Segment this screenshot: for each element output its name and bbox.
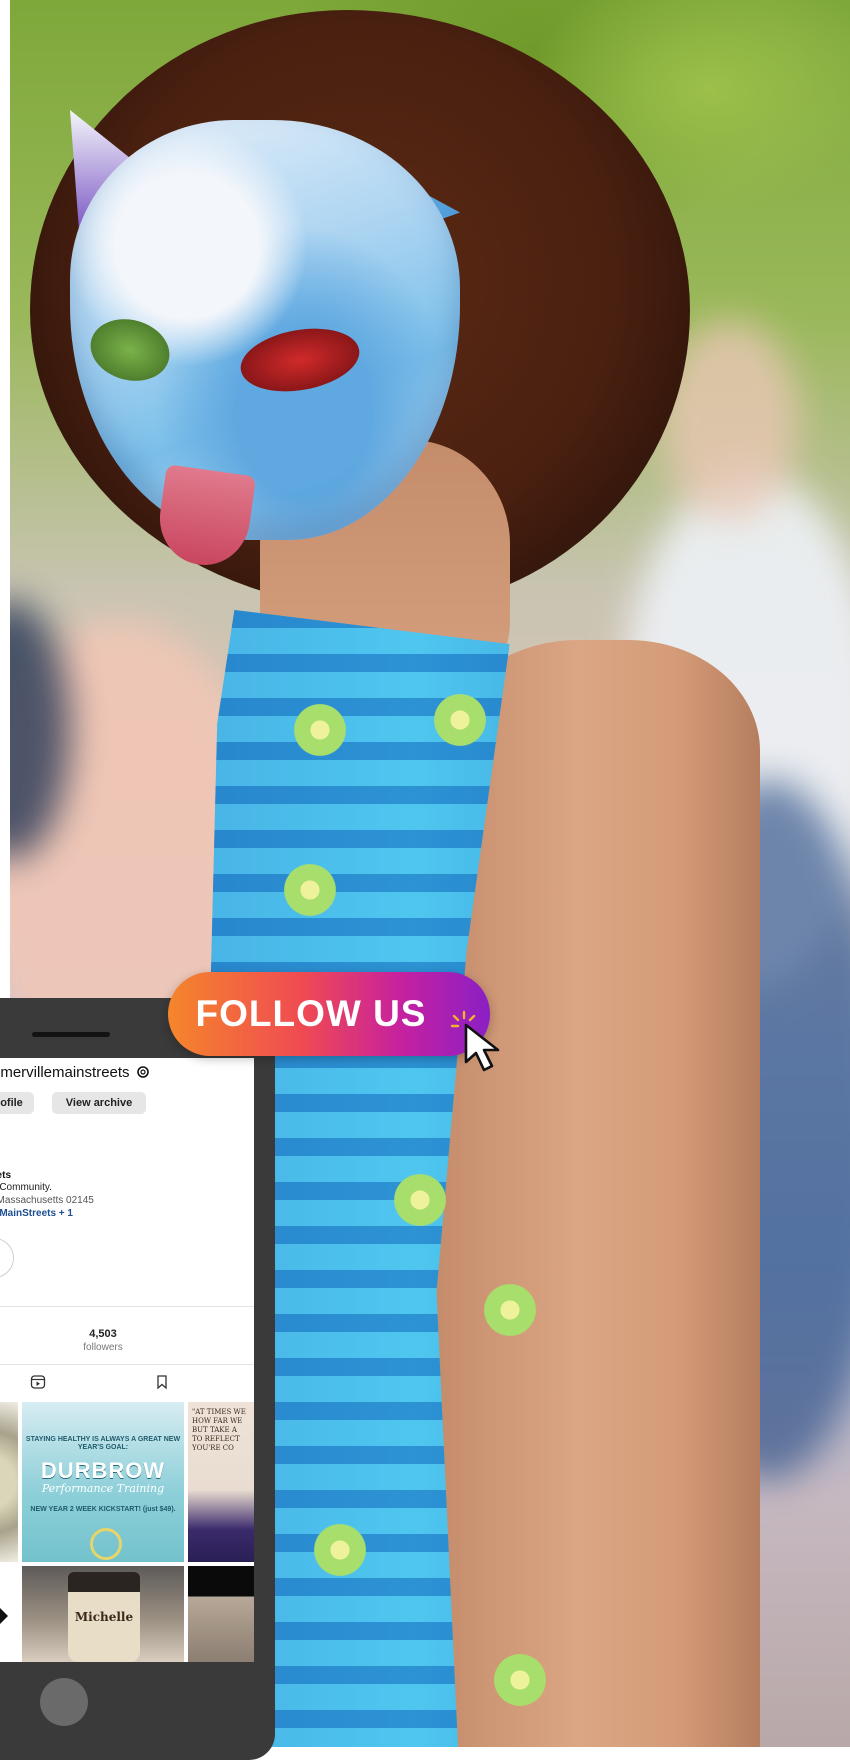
view-archive-button[interactable]: View archive [52,1092,146,1114]
dress-flower [480,1280,540,1340]
saved-icon[interactable] [154,1374,170,1390]
dress-flower [290,700,350,760]
arrow-right-icon [0,1608,8,1624]
promo-subtitle: Performance Training [41,1482,165,1495]
dress-flower [430,690,490,750]
phone-home-button[interactable] [40,1678,88,1726]
promo-top-text: STAYING HEALTHY IS ALWAYS A GREAT NEW YE… [25,1436,181,1451]
phone-screen: omervillemainstreets profile View archiv… [0,1058,254,1662]
edit-profile-button[interactable]: profile [0,1092,34,1114]
reels-icon[interactable] [30,1374,46,1390]
profile-tagline: a Community. [0,1182,52,1193]
dress-flower [390,1170,450,1230]
post-thumbnail-coffee[interactable]: Michelle [22,1566,184,1662]
coffee-cup-label: Michelle [74,1610,134,1624]
profile-username: omervillemainstreets [0,1064,130,1081]
profile-link[interactable]: leMainStreets + 1 [0,1208,73,1219]
quote-text: "AT TIMES WE HOW FAR WE BUT TAKE A TO RE… [192,1408,246,1452]
post-thumbnail[interactable] [0,1402,18,1562]
post-thumbnail[interactable] [188,1566,254,1662]
mouse-pointer-icon [464,1023,500,1072]
followers-label: followers [83,1342,123,1353]
profile-name: eets [0,1170,12,1181]
promo-logo [90,1528,122,1560]
promo-note: NEW YEAR 2 WEEK KICKSTART! (just $49). [30,1506,176,1513]
dress-flower [280,860,340,920]
settings-icon[interactable] [136,1065,150,1079]
follow-us-label: FOLLOW US [195,993,427,1034]
follow-us-button[interactable]: FOLLOW US [168,972,490,1056]
phone-mockup: omervillemainstreets profile View archiv… [0,998,275,1760]
dress-flower [310,1520,370,1580]
post-thumbnail[interactable] [0,1566,18,1662]
new-highlight-button[interactable] [0,1238,14,1278]
profile-location: , Massachusetts 02145 [0,1195,94,1206]
post-thumbnail-quote[interactable]: "AT TIMES WE HOW FAR WE BUT TAKE A TO RE… [188,1402,254,1562]
phone-speaker [32,1032,110,1037]
dress-flower [490,1650,550,1710]
divider [0,1364,254,1365]
followers-count[interactable]: 4,503 [68,1328,138,1340]
divider [0,1306,254,1307]
promo-brand: DURBROW [40,1458,166,1483]
post-thumbnail-durbrow[interactable]: STAYING HEALTHY IS ALWAYS A GREAT NEW YE… [22,1402,184,1562]
